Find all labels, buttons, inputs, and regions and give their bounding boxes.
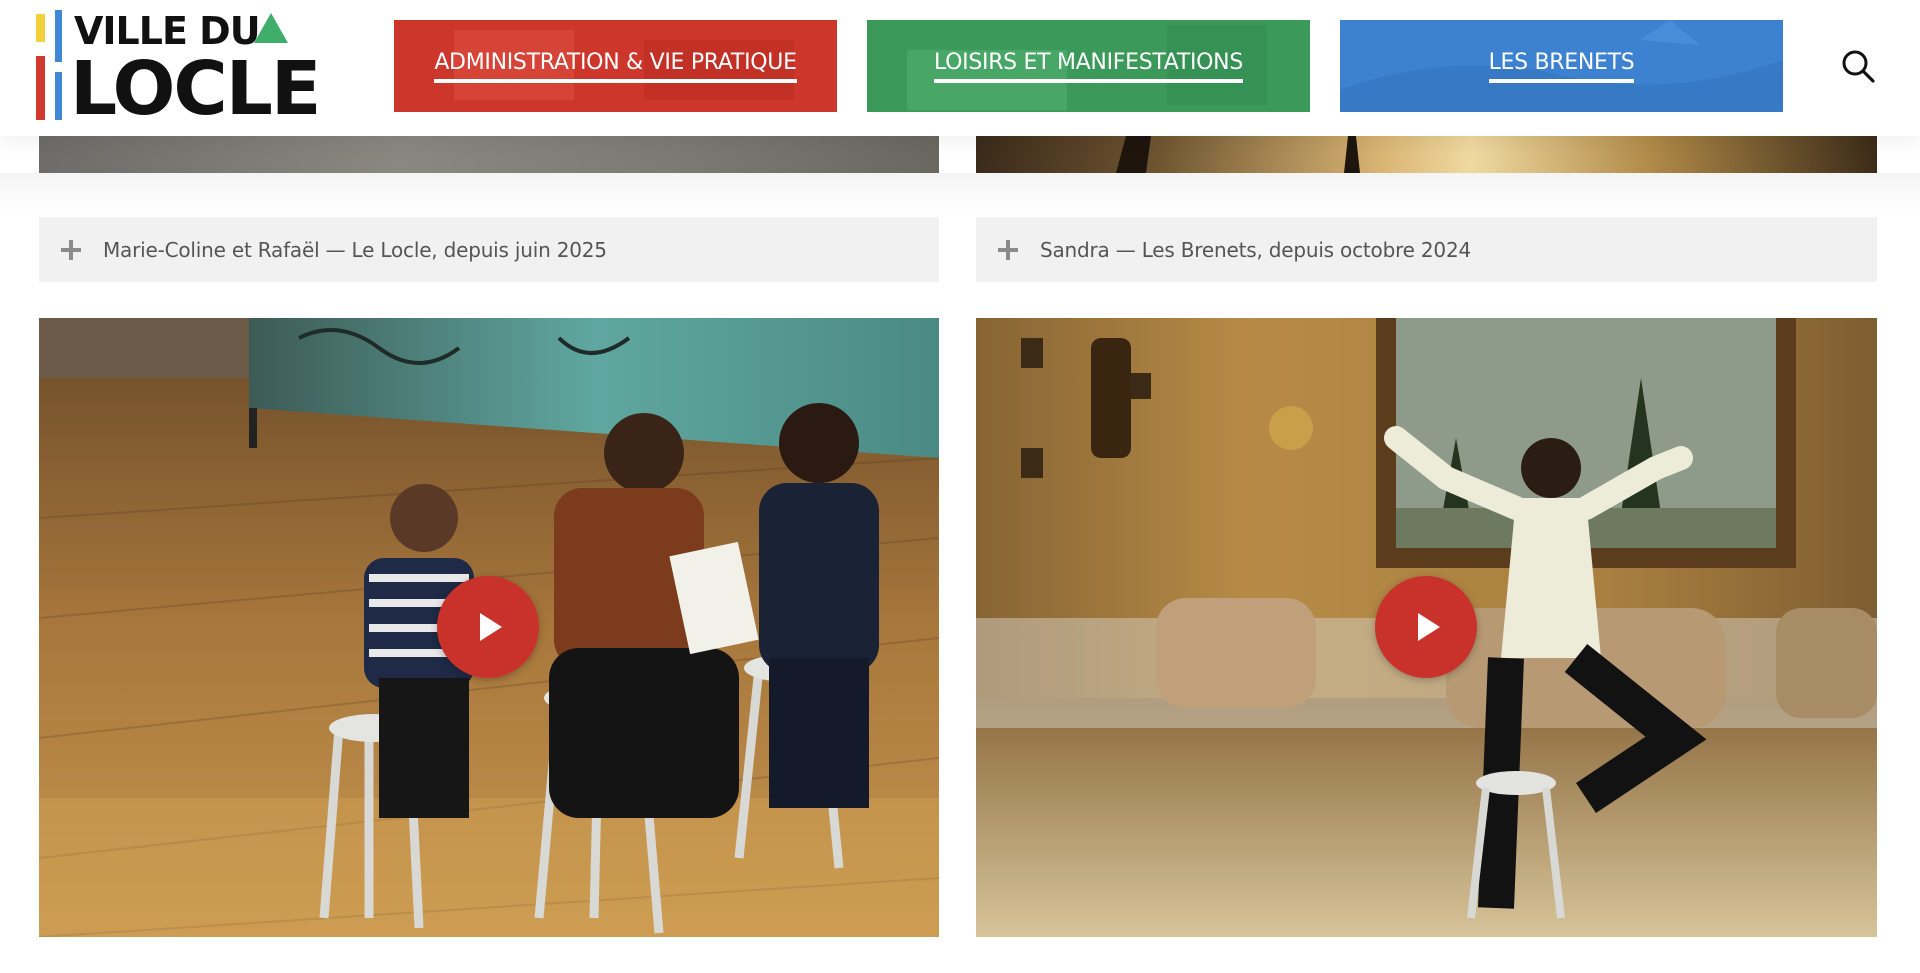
logo-blue-bar-2 (55, 72, 62, 120)
plus-icon (61, 239, 81, 260)
play-icon[interactable] (437, 576, 539, 678)
previous-video-thumbnail (39, 136, 939, 173)
testimonial-accordion[interactable]: Marie-Coline et Rafaël — Le Locle, depui… (39, 217, 939, 282)
logo-triangle-icon (254, 13, 288, 43)
testimonial-accordion[interactable]: Sandra — Les Brenets, depuis octobre 202… (976, 217, 1877, 282)
nav-label: ADMINISTRATION & VIE PRATIQUE (434, 50, 797, 83)
thumbnail-detail (1116, 136, 1360, 173)
nav-loisirs-button[interactable]: LOISIRS ET MANIFESTATIONS (867, 20, 1310, 112)
logo-yellow-bar (36, 14, 45, 42)
plus-icon (998, 239, 1018, 260)
logo-red-bar (36, 56, 45, 120)
logo-text-line2: LOCLE (70, 46, 321, 132)
accordion-title: Marie-Coline et Rafaël — Le Locle, depui… (103, 237, 607, 262)
section-divider (0, 173, 1920, 213)
video-player-sandra[interactable] (976, 318, 1877, 937)
previous-video-thumbnail (976, 136, 1877, 173)
nav-administration-button[interactable]: ADMINISTRATION & VIE PRATIQUE (394, 20, 837, 112)
site-logo[interactable]: VILLE DU LOCLE (36, 10, 321, 126)
accordion-title: Sandra — Les Brenets, depuis octobre 202… (1040, 237, 1472, 262)
logo-blue-bar (55, 10, 62, 62)
nav-label: LES BRENETS (1488, 50, 1635, 83)
site-header: VILLE DU LOCLE ADMINISTRATION & VIE PRAT… (0, 0, 1920, 136)
video-player-marie-coline-rafael[interactable] (39, 318, 939, 937)
nav-label: LOISIRS ET MANIFESTATIONS (933, 50, 1243, 83)
nav-les-brenets-button[interactable]: LES BRENETS (1340, 20, 1783, 112)
search-icon[interactable] (1840, 48, 1876, 84)
play-icon[interactable] (1375, 576, 1477, 678)
